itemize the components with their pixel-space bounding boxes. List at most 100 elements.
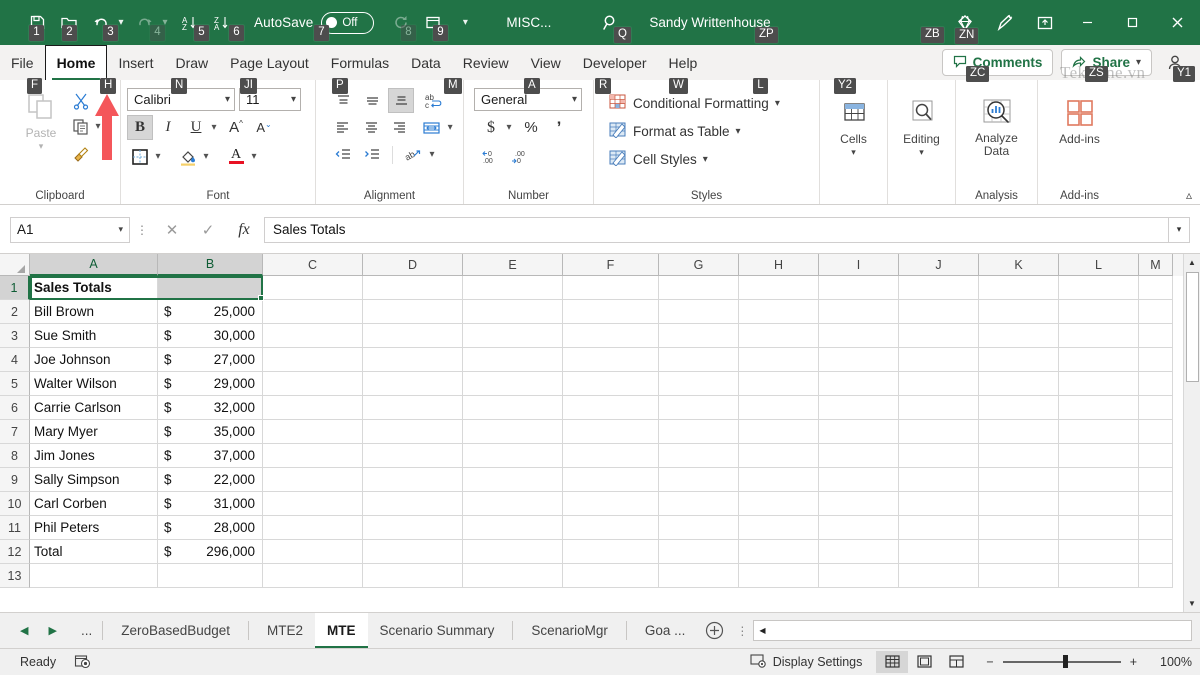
cell-C13[interactable] [263,564,363,588]
cell-F5[interactable] [563,372,659,396]
cell-D9[interactable] [363,468,463,492]
cells-dropdown-caret-icon[interactable]: ▾ [851,147,856,158]
cell-J7[interactable] [899,420,979,444]
sheet-bar-grip[interactable]: ⋮ [731,613,753,648]
cell-E11[interactable] [463,516,563,540]
editing-button[interactable]: Editing ▾ [895,92,949,187]
cell-L9[interactable] [1059,468,1139,492]
cell-K3[interactable] [979,324,1059,348]
cell-F13[interactable] [563,564,659,588]
cell-C10[interactable] [263,492,363,516]
cell-I13[interactable] [819,564,899,588]
cell-L8[interactable] [1059,444,1139,468]
cell-I7[interactable] [819,420,899,444]
vertical-scroll-thumb[interactable] [1186,272,1199,382]
page-layout-view-icon[interactable] [908,651,940,673]
percent-format-button[interactable]: % [518,115,544,140]
cell-I1[interactable] [819,276,899,300]
conditional-formatting-caret-icon[interactable]: ▾ [775,98,780,109]
column-header-g[interactable]: G [659,254,739,276]
autosave-toggle[interactable]: Off [321,12,374,34]
column-header-c[interactable]: C [263,254,363,276]
cell-B6[interactable]: $32,000 [158,396,263,420]
paste-dropdown-caret-icon[interactable]: ▾ [39,141,44,152]
insert-function-icon[interactable]: fx [226,217,262,243]
cell-H11[interactable] [739,516,819,540]
decrease-font-size-button[interactable]: A⌄ [251,115,277,140]
name-box[interactable]: A1 ▾ [10,217,130,243]
cell-I3[interactable] [819,324,899,348]
cell-C2[interactable] [263,300,363,324]
format-as-table-caret-icon[interactable]: ▾ [736,126,741,137]
cell-L12[interactable] [1059,540,1139,564]
orientation-icon[interactable]: ab [400,142,426,167]
cell-F11[interactable] [563,516,659,540]
close-button[interactable] [1155,0,1200,45]
cell-G3[interactable] [659,324,739,348]
cell-I11[interactable] [819,516,899,540]
cell-K12[interactable] [979,540,1059,564]
cell-I10[interactable] [819,492,899,516]
borders-caret-icon[interactable]: ▾ [151,151,165,162]
cell-L3[interactable] [1059,324,1139,348]
previous-sheet-arrow-icon[interactable]: ◀ [20,624,28,637]
cell-G4[interactable] [659,348,739,372]
cell-E4[interactable] [463,348,563,372]
column-header-j[interactable]: J [899,254,979,276]
tab-data[interactable]: Data [400,45,452,80]
cell-E9[interactable] [463,468,563,492]
cell-L10[interactable] [1059,492,1139,516]
cell-E1[interactable] [463,276,563,300]
name-box-caret-icon[interactable]: ▾ [118,224,123,235]
comma-style-button[interactable]: ’ [546,115,572,140]
cell-J12[interactable] [899,540,979,564]
cell-L13[interactable] [1059,564,1139,588]
cell-F7[interactable] [563,420,659,444]
column-header-k[interactable]: K [979,254,1059,276]
underline-caret-icon[interactable]: ▾ [207,122,221,133]
underline-button[interactable]: U [183,115,209,140]
tab-review[interactable]: Review [452,45,520,80]
cell-J11[interactable] [899,516,979,540]
cell-M9[interactable] [1139,468,1173,492]
sheet-tab-zerobasedbudget[interactable]: ZeroBasedBudget [109,613,242,648]
fill-handle[interactable] [258,295,264,301]
format-as-table-button[interactable]: Format as Table ▾ [608,118,813,144]
tab-developer[interactable]: Developer [572,45,658,80]
cell-A4[interactable]: Joe Johnson [30,348,158,372]
row-header-9[interactable]: 9 [0,468,30,492]
cell-H6[interactable] [739,396,819,420]
cell-H7[interactable] [739,420,819,444]
cell-J5[interactable] [899,372,979,396]
cell-F3[interactable] [563,324,659,348]
increase-indent-icon[interactable] [359,142,385,167]
ribbon-display-options-icon[interactable] [1025,6,1065,40]
cell-C9[interactable] [263,468,363,492]
cell-D7[interactable] [363,420,463,444]
align-right-icon[interactable] [387,115,412,140]
merge-and-center-icon[interactable] [419,115,444,140]
analyze-data-button[interactable]: Analyze Data [962,92,1031,187]
cell-D3[interactable] [363,324,463,348]
page-break-preview-icon[interactable] [940,651,972,673]
editing-dropdown-caret-icon[interactable]: ▾ [919,147,924,158]
cell-A2[interactable]: Bill Brown [30,300,158,324]
column-header-i[interactable]: I [819,254,899,276]
zoom-level-label[interactable]: 100% [1146,655,1192,669]
cell-M7[interactable] [1139,420,1173,444]
paste-button[interactable]: Paste ▾ [14,86,68,187]
cell-M13[interactable] [1139,564,1173,588]
row-header-11[interactable]: 11 [0,516,30,540]
cell-E2[interactable] [463,300,563,324]
horizontal-scrollbar[interactable]: ◀ [753,620,1192,641]
merge-caret-icon[interactable]: ▾ [443,122,457,133]
cell-K8[interactable] [979,444,1059,468]
more-sheets-dots[interactable]: ... [77,623,96,638]
fill-color-caret-icon[interactable]: ▾ [199,151,213,162]
sheet-tab-scenariomgr[interactable]: ScenarioMgr [519,613,620,648]
cell-B9[interactable]: $22,000 [158,468,263,492]
currency-format-button[interactable]: $ [478,115,504,140]
cell-J10[interactable] [899,492,979,516]
cell-K1[interactable] [979,276,1059,300]
minimize-button[interactable] [1065,0,1110,45]
